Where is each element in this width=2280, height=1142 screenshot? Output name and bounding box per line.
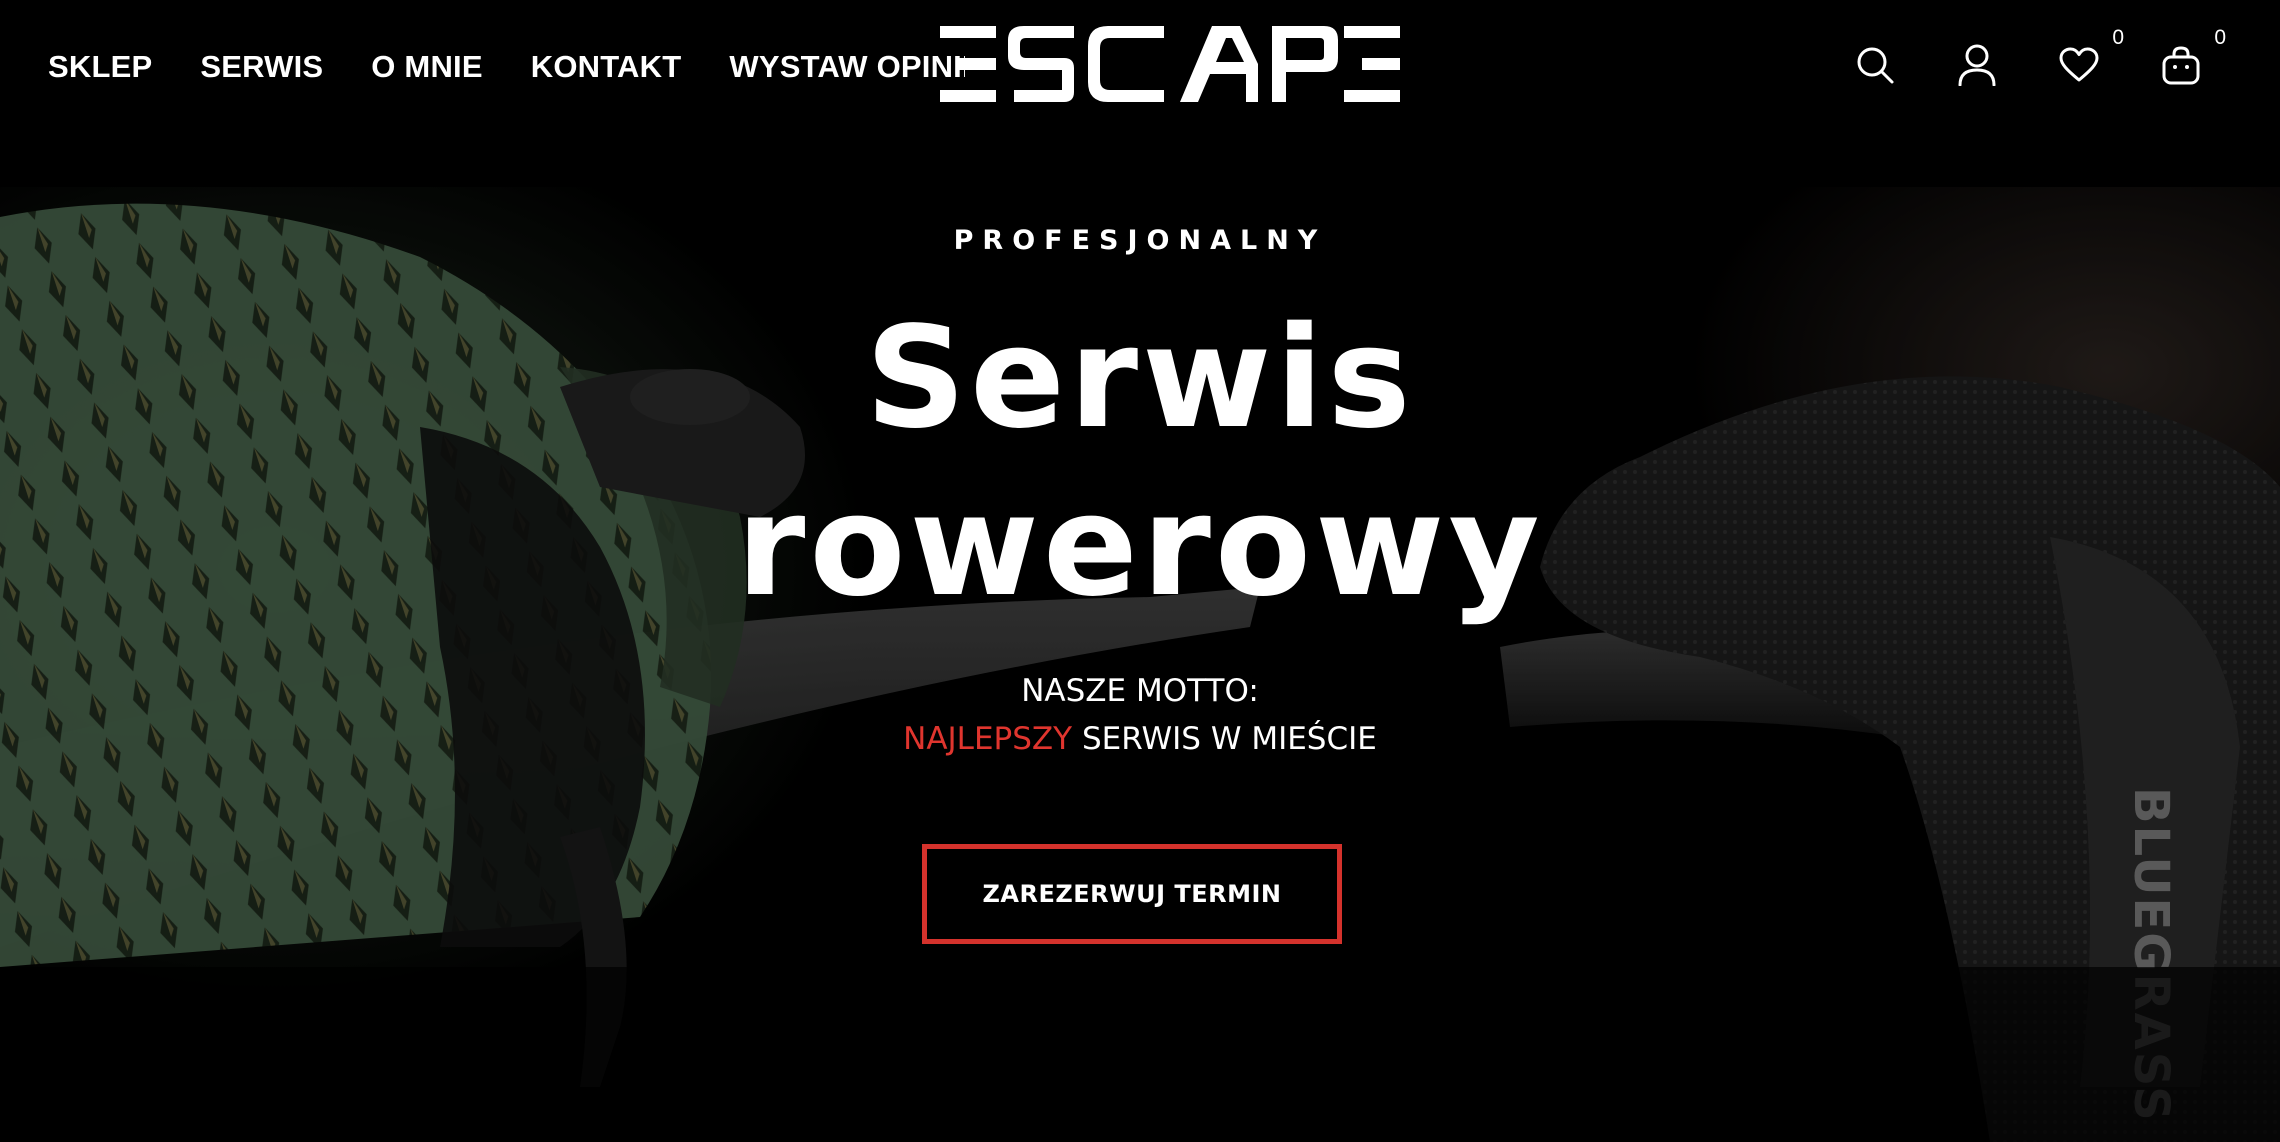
logo-text: ESCAPE [940, 104, 941, 105]
nav-item-service[interactable]: SERWIS [200, 47, 323, 87]
page: SKLEP SERWIS O MNIE KONTAKT WYSTAW OPINI… [0, 0, 2280, 1142]
motto-heading: NASZE MOTTO: [1021, 673, 1259, 709]
main-nav: SKLEP SERWIS O MNIE KONTAKT WYSTAW OPINI… [48, 47, 965, 87]
cart-count-badge: 0 [2214, 26, 2226, 49]
wishlist-button[interactable]: 0 [2052, 26, 2124, 90]
account-button[interactable] [1950, 40, 2004, 90]
nav-item-about[interactable]: O MNIE [371, 47, 482, 87]
nav-item-shop[interactable]: SKLEP [48, 47, 152, 87]
hero-motto: NASZE MOTTO: NAJLEPSZY SERWIS W MIEŚCIE [0, 667, 2280, 763]
motto-line: NAJLEPSZY SERWIS W MIEŚCIE [0, 715, 2280, 763]
hero-title: Serwis rowerowy [0, 295, 2280, 631]
hero-eyebrow: PROFESJONALNY [953, 225, 1327, 256]
bag-icon [2162, 46, 2200, 85]
hero-section: BLUEGRASS PROFESJONALNY Serwis rowerowy … [0, 187, 2280, 1142]
heart-icon [2059, 47, 2099, 82]
escape-logo-graphic [940, 26, 1400, 102]
motto-rest: SERWIS W MIEŚCIE [1072, 721, 1377, 757]
nav-item-contact[interactable]: KONTAKT [531, 47, 682, 87]
cart-button[interactable]: 0 [2154, 26, 2226, 90]
site-logo[interactable]: ESCAPE [940, 24, 1400, 104]
wishlist-count-badge: 0 [2112, 26, 2124, 49]
hero-title-line1: Serwis [865, 297, 1415, 460]
hero-title-line2: rowerowy [736, 465, 1544, 628]
search-icon [1857, 47, 1894, 84]
header-icons: 0 0 [1848, 26, 2226, 90]
site-header: SKLEP SERWIS O MNIE KONTAKT WYSTAW OPINI… [0, 0, 2280, 135]
search-button[interactable] [1848, 40, 1902, 90]
motto-accent: NAJLEPSZY [903, 721, 1073, 757]
book-appointment-button[interactable]: ZAREZERWUJ TERMIN [922, 844, 1342, 944]
user-icon [1958, 44, 1996, 86]
nav-item-review[interactable]: WYSTAW OPINIĘ [729, 47, 965, 87]
